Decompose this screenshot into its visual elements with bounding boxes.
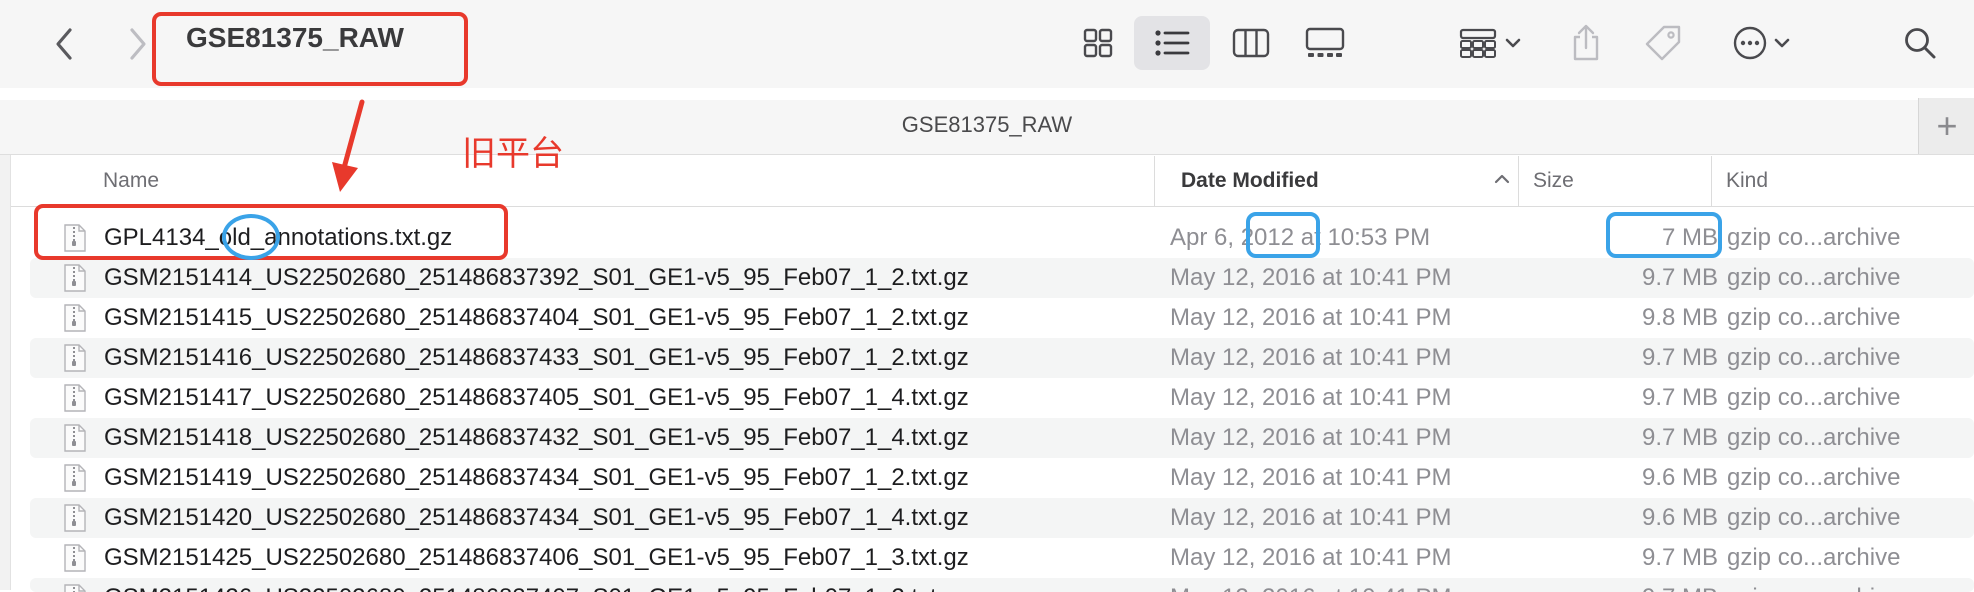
file-size: 9.8 MB bbox=[1641, 304, 1718, 331]
gzip-file-icon bbox=[64, 584, 86, 592]
column-header-kind[interactable]: Kind bbox=[1711, 156, 1974, 206]
file-date-modified: May 12, 2016 at 10:41 PM bbox=[1170, 304, 1452, 331]
file-row[interactable]: GSM2151425_US22502680_251486837406_S01_G… bbox=[30, 538, 1974, 578]
file-kind: gzip co...archive bbox=[1727, 384, 1901, 411]
file-date-modified: May 12, 2016 at 10:41 PM bbox=[1170, 544, 1452, 571]
file-kind: gzip co...archive bbox=[1727, 304, 1901, 331]
column-header-row: Name Date Modified Size Kind bbox=[11, 156, 1974, 207]
search-button[interactable] bbox=[1896, 18, 1944, 68]
column-header-size[interactable]: Size bbox=[1518, 156, 1711, 206]
file-row[interactable]: GSM2151416_US22502680_251486837433_S01_G… bbox=[30, 338, 1974, 378]
search-icon bbox=[1905, 28, 1936, 59]
chevron-left-icon bbox=[56, 28, 72, 60]
file-name: GSM2151414_US22502680_251486837392_S01_G… bbox=[104, 264, 969, 291]
file-kind: gzip co...archive bbox=[1727, 344, 1901, 371]
tab-title[interactable]: GSE81375_RAW bbox=[0, 112, 1974, 138]
column-header-name[interactable]: Name bbox=[103, 156, 1153, 206]
file-row[interactable]: GSM2151419_US22502680_251486837434_S01_G… bbox=[30, 458, 1974, 498]
add-tab-button[interactable]: + bbox=[1918, 98, 1974, 154]
annotation-year-box bbox=[1246, 212, 1320, 258]
icon-view-grid-icon bbox=[1083, 28, 1113, 58]
tab-bar: GSE81375_RAW bbox=[0, 100, 1974, 155]
file-date-modified: May 12, 2016 at 10:41 PM bbox=[1170, 344, 1452, 371]
chevron-down-icon bbox=[1774, 38, 1790, 48]
file-kind: gzip co...archive bbox=[1727, 464, 1901, 491]
gzip-file-icon bbox=[64, 264, 86, 292]
icon-view-button[interactable] bbox=[1076, 18, 1120, 68]
file-name: GSM2151418_US22502680_251486837432_S01_G… bbox=[104, 424, 969, 451]
back-button[interactable] bbox=[44, 20, 84, 68]
annotation-arrow-icon bbox=[332, 99, 365, 192]
gzip-file-icon bbox=[64, 504, 86, 532]
file-row[interactable]: GSM2151414_US22502680_251486837392_S01_G… bbox=[30, 258, 1974, 298]
file-date-modified: May 12, 2016 at 10:41 PM bbox=[1170, 384, 1452, 411]
group-by-icon bbox=[1459, 28, 1497, 58]
file-size: 9.6 MB bbox=[1641, 504, 1718, 531]
tag-icon bbox=[1645, 25, 1681, 61]
column-header-date-label: Date Modified bbox=[1181, 169, 1319, 192]
file-date-modified: May 12, 2016 at 10:41 PM bbox=[1170, 504, 1452, 531]
file-list: GPL4134_old_annotations.txt.gz Apr 6, 201… bbox=[30, 218, 1974, 592]
annotation-label: 旧平台 bbox=[462, 134, 564, 174]
group-by-button[interactable] bbox=[1450, 18, 1530, 68]
file-size: 9.7 MB bbox=[1641, 544, 1718, 571]
file-row[interactable]: GSM2151420_US22502680_251486837434_S01_G… bbox=[30, 498, 1974, 538]
list-view-icon bbox=[1155, 30, 1190, 56]
sidebar-edge bbox=[0, 100, 11, 590]
file-size: 9.7 MB bbox=[1641, 344, 1718, 371]
file-name: GSM2151420_US22502680_251486837434_S01_G… bbox=[104, 504, 969, 531]
file-name: GSM2151417_US22502680_251486837405_S01_G… bbox=[104, 384, 969, 411]
column-header-date-modified[interactable]: Date Modified bbox=[1154, 156, 1528, 206]
gallery-view-icon bbox=[1305, 27, 1345, 57]
more-actions-icon bbox=[1733, 26, 1767, 60]
file-kind: gzip co...archive bbox=[1727, 424, 1901, 451]
file-kind: gzip co...archive bbox=[1727, 224, 1901, 251]
gallery-view-button[interactable] bbox=[1302, 18, 1348, 68]
file-name: GSM2151419_US22502680_251486837434_S01_G… bbox=[104, 464, 969, 491]
file-size: 9.7 MB bbox=[1641, 424, 1718, 451]
chevron-down-icon bbox=[1505, 38, 1521, 48]
column-view-button[interactable] bbox=[1228, 18, 1274, 68]
more-actions-button[interactable] bbox=[1726, 18, 1796, 68]
file-kind: gzip co...archive bbox=[1727, 504, 1901, 531]
gzip-file-icon bbox=[64, 344, 86, 372]
gzip-file-icon bbox=[64, 384, 86, 412]
file-date-modified: May 12, 2016 at 10:41 PM bbox=[1170, 264, 1452, 291]
file-size: 9.7 MB bbox=[1641, 384, 1718, 411]
annotation-title-box bbox=[152, 12, 468, 86]
gzip-file-icon bbox=[64, 304, 86, 332]
file-row[interactable]: GSM2151417_US22502680_251486837405_S01_G… bbox=[30, 378, 1974, 418]
sort-ascending-icon bbox=[1494, 174, 1510, 184]
file-date-modified: May 12, 2016 at 10:41 PM bbox=[1170, 424, 1452, 451]
file-name: GSM2151415_US22502680_251486837404_S01_G… bbox=[104, 304, 969, 331]
gzip-file-icon bbox=[64, 424, 86, 452]
list-view-button[interactable] bbox=[1134, 16, 1210, 70]
file-kind: gzip co...archive bbox=[1727, 264, 1901, 291]
gzip-file-icon bbox=[64, 544, 86, 572]
file-size: 9.7 MB bbox=[1641, 264, 1718, 291]
annotation-size-box bbox=[1606, 212, 1722, 258]
file-kind: gzip co...archive bbox=[1727, 544, 1901, 571]
column-view-icon bbox=[1232, 28, 1270, 58]
gzip-file-icon bbox=[64, 464, 86, 492]
share-icon bbox=[1573, 24, 1599, 61]
file-size: 9.6 MB bbox=[1641, 464, 1718, 491]
file-name: GSM2151425_US22502680_251486837406_S01_G… bbox=[104, 544, 969, 571]
file-row[interactable]: GSM2151418_US22502680_251486837432_S01_G… bbox=[30, 418, 1974, 458]
share-button[interactable] bbox=[1564, 18, 1608, 68]
file-date-modified: May 12, 2016 at 10:41 PM bbox=[1170, 464, 1452, 491]
file-row[interactable]: GSM2151415_US22502680_251486837404_S01_G… bbox=[30, 298, 1974, 338]
file-name: GSM2151416_US22502680_251486837433_S01_G… bbox=[104, 344, 969, 371]
chevron-right-icon bbox=[130, 28, 146, 60]
tag-button[interactable] bbox=[1640, 18, 1686, 68]
annotation-old-oval bbox=[222, 214, 280, 260]
